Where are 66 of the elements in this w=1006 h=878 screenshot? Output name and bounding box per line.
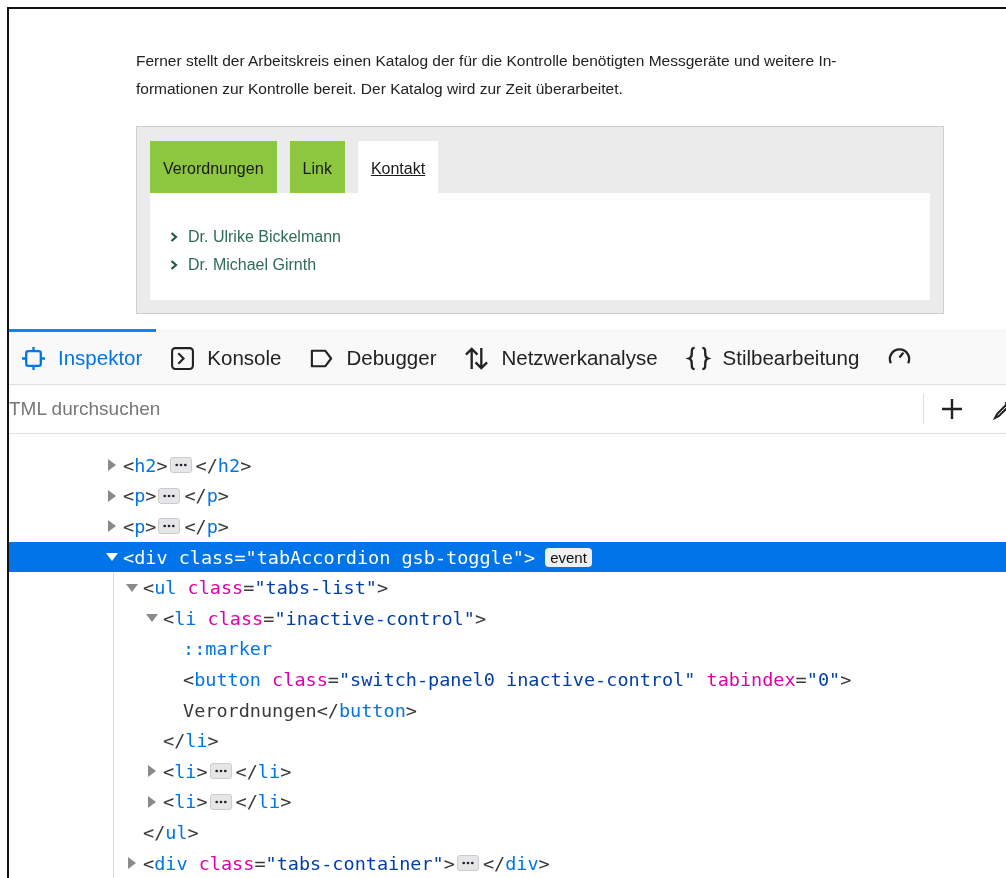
chevron-icon (170, 260, 178, 270)
ellipsis-icon[interactable] (158, 518, 181, 535)
markup-text: ::marker (183, 638, 273, 660)
devtools-tab[interactable]: Inspektor (9, 329, 157, 384)
markup-text: </h2> (195, 454, 252, 476)
markup-text: <ul class="tabs-list"> (143, 577, 389, 599)
collapsed-arrow-icon[interactable] (106, 520, 118, 533)
markup-row[interactable]: <p> </p> (9, 511, 1006, 542)
markup-row[interactable]: <ul class="tabs-list"> (9, 572, 1006, 603)
devtools-tab[interactable]: Stilbearbeitung (671, 329, 874, 384)
up-down-arrows-icon (464, 345, 490, 371)
console-icon (170, 345, 196, 371)
chevron-icon (170, 232, 178, 242)
markup-row[interactable]: </li> (9, 725, 1006, 756)
markup-text: <button class="switch-panel0 inactive-control" tabindex="0"> (183, 668, 852, 690)
markup-row[interactable]: <button class="switch-panel0 inactive-control" tabindex="0"> (9, 664, 1006, 695)
markup-text: <li class="inactive-control"> (163, 607, 486, 629)
markup-row[interactable]: <li class="inactive-control"> (9, 602, 1006, 634)
markup-row[interactable]: <li> </li> (9, 786, 1006, 818)
devtools-tab[interactable]: Debugger (295, 329, 451, 384)
markup-text: </ul> (143, 821, 199, 843)
markup-text: <p> (123, 485, 157, 507)
markup-row[interactable]: <div class="tabs-container"> </div> (9, 847, 1006, 878)
devtools-tab[interactable]: Netzwerkanalyse (450, 329, 672, 384)
expanded-arrow-icon[interactable] (126, 581, 138, 594)
collapsed-arrow-icon[interactable] (106, 459, 118, 472)
content-tab[interactable]: Kontakt (357, 141, 439, 193)
braces-icon (685, 345, 711, 371)
markup-row[interactable]: <div class="tabAccordion gsb-toggle"> event (9, 541, 1006, 573)
markup-text: <li> (163, 791, 208, 813)
markup-row[interactable]: Verordnungen</button> (9, 694, 1006, 726)
markup-row[interactable]: <h2> </h2> (9, 450, 1006, 481)
markup-text: </p> (184, 516, 229, 537)
markup-text: <div class="tabs-container"> (143, 852, 455, 874)
content-tab[interactable]: Link (289, 141, 345, 193)
ellipsis-icon[interactable] (169, 457, 192, 474)
markup-row[interactable]: <li> </li> (9, 755, 1006, 787)
plus-icon[interactable] (940, 397, 964, 421)
markup-text: <p> (123, 516, 157, 537)
markup-text: <div class="tabAccordion gsb-toggle"> (123, 546, 536, 568)
markup-text: <h2> (123, 454, 168, 476)
ellipsis-icon[interactable] (209, 793, 232, 810)
ellipsis-icon[interactable] (209, 763, 232, 780)
content-tab[interactable]: Verordnungen (150, 141, 277, 193)
contact-link[interactable]: Dr. Michael Girnth (188, 256, 317, 274)
body-paragraph: Ferner stellt der Arbeitskreis einen Katalog der für die Kontrolle benötigten Messgeräte und weitere In- formationen zur Kontrolle bereit. Der Katalog wird zur Zeit überarbeitet. (136, 51, 838, 99)
markup-text: </div> (482, 852, 550, 874)
collapsed-arrow-icon[interactable] (126, 857, 138, 869)
event-badge[interactable]: event (545, 547, 592, 567)
inspector-icon (21, 345, 46, 371)
markup-text: </li> (235, 760, 292, 782)
markup-row[interactable]: <p> </p> (9, 480, 1006, 512)
markup-text: </li> (163, 730, 219, 752)
markup-text: </p> (184, 485, 229, 507)
devtools-tab[interactable]: Konsole (156, 329, 296, 384)
ellipsis-icon[interactable] (456, 855, 479, 871)
contact-link[interactable]: Dr. Ulrike Bickelmann (188, 228, 341, 246)
ellipsis-icon[interactable] (158, 487, 181, 504)
markup-text: <li> (163, 760, 208, 782)
markup-row[interactable]: </ul> (9, 817, 1006, 848)
collapsed-arrow-icon[interactable] (106, 489, 118, 502)
markup-row[interactable]: ::marker (9, 633, 1006, 665)
collapsed-arrow-icon[interactable] (146, 795, 158, 808)
collapsed-arrow-icon[interactable] (146, 765, 158, 778)
markup-text: </li> (235, 791, 292, 813)
markup-text: Verordnungen</button> (183, 699, 417, 721)
